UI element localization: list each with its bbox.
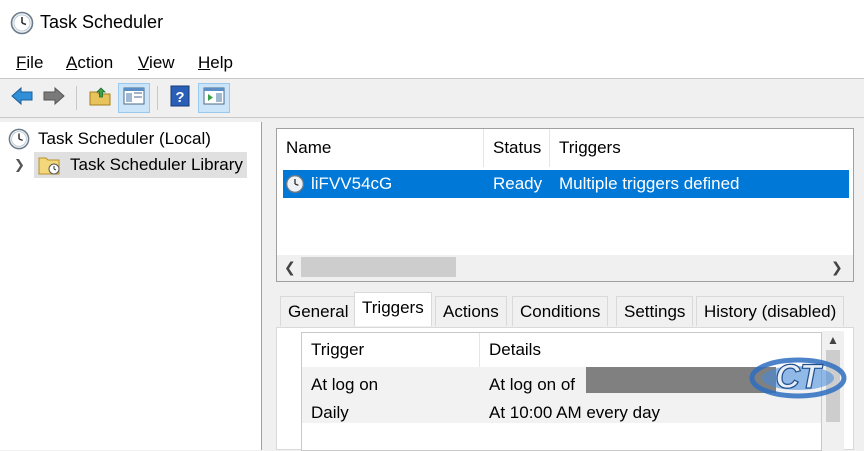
- console-tree: Task Scheduler (Local) ❯ Task Scheduler …: [0, 122, 262, 450]
- column-header-status[interactable]: Status: [484, 129, 550, 167]
- tree-item-label: Task Scheduler Library: [70, 155, 243, 174]
- properties-tabs: General Triggers Actions Conditions Sett…: [276, 292, 854, 327]
- forward-button[interactable]: [38, 83, 70, 113]
- clock-icon: [8, 128, 30, 150]
- scrollbar-thumb[interactable]: [301, 257, 456, 277]
- trigger-row-2-details[interactable]: At 10:00 AM every day: [480, 403, 660, 423]
- toolbar-divider: [76, 86, 77, 110]
- tree-item-task-scheduler-local[interactable]: Task Scheduler (Local): [8, 128, 211, 150]
- tab-actions[interactable]: Actions: [435, 296, 507, 326]
- trigger-row-2-type[interactable]: Daily: [302, 403, 349, 423]
- menu-file-mnemonic: F: [16, 53, 27, 72]
- watermark-logo: CT: [748, 348, 848, 406]
- clock-icon: [10, 11, 34, 35]
- table-row[interactable]: liFVV54cG Ready Multiple triggers define…: [283, 170, 849, 198]
- menu-view[interactable]: View: [138, 53, 175, 73]
- up-folder-button[interactable]: [84, 83, 116, 113]
- task-clock-icon: [285, 174, 305, 194]
- tab-general[interactable]: General: [280, 296, 357, 326]
- menu-help-label: elp: [210, 53, 233, 72]
- column-header-name[interactable]: Name: [277, 129, 484, 167]
- show-hide-action-pane-button[interactable]: [198, 83, 230, 113]
- show-hide-console-tree-button[interactable]: [118, 83, 150, 113]
- column-header-trigger[interactable]: Trigger: [302, 333, 480, 367]
- trigger-row-1-details[interactable]: At log on of: [480, 375, 575, 395]
- menu-file-label: ile: [26, 53, 44, 72]
- column-header-triggers[interactable]: Triggers: [550, 129, 853, 167]
- scroll-up-icon[interactable]: ▲: [827, 333, 839, 347]
- show-hide-console-tree-icon: [123, 87, 145, 110]
- toolbar-bottom-divider: [0, 117, 864, 118]
- menu-help[interactable]: Help: [198, 53, 233, 73]
- menu-view-label: iew: [149, 53, 175, 72]
- menu-action-mnemonic: A: [66, 53, 78, 72]
- menu-action[interactable]: Action: [66, 53, 113, 73]
- forward-icon: [42, 86, 66, 111]
- help-button[interactable]: ?: [164, 83, 196, 113]
- task-triggers: Multiple triggers defined: [559, 174, 740, 193]
- trigger-row-1-type[interactable]: At log on: [302, 375, 378, 395]
- toolbar: ?: [0, 79, 864, 117]
- task-name: liFVV54cG: [311, 174, 393, 193]
- task-list: Name Status Triggers liFVV54cG Ready Mul…: [276, 128, 854, 282]
- help-icon: ?: [169, 85, 191, 112]
- tab-history[interactable]: History (disabled): [696, 296, 845, 326]
- folder-clock-icon: [38, 154, 62, 176]
- scroll-left-icon[interactable]: ❮: [284, 259, 296, 276]
- menu-view-mnemonic: V: [138, 53, 150, 72]
- menu-file[interactable]: File: [16, 53, 43, 73]
- back-button[interactable]: [6, 83, 38, 113]
- back-icon: [10, 86, 34, 111]
- show-hide-action-pane-icon: [203, 87, 225, 110]
- tab-triggers[interactable]: Triggers: [354, 292, 432, 326]
- tree-item-selection: Task Scheduler Library: [34, 152, 247, 178]
- tab-settings[interactable]: Settings: [616, 296, 694, 326]
- chevron-right-icon[interactable]: ❯: [14, 157, 28, 173]
- menu-action-label: ction: [77, 53, 114, 72]
- tab-conditions[interactable]: Conditions: [512, 296, 609, 326]
- task-status: Ready: [493, 174, 543, 193]
- toolbar-divider-2: [157, 86, 158, 110]
- scroll-right-icon[interactable]: ❯: [831, 259, 843, 276]
- menu-help-mnemonic: H: [198, 53, 211, 72]
- tree-item-label: Task Scheduler (Local): [38, 129, 211, 148]
- menu-bar: File Action View Help: [0, 48, 864, 78]
- svg-text:?: ?: [175, 89, 184, 106]
- window-title: Task Scheduler: [40, 12, 164, 32]
- svg-text:CT: CT: [775, 358, 824, 396]
- up-folder-icon: [88, 85, 112, 112]
- tree-item-task-scheduler-library[interactable]: ❯ Task Scheduler Library: [14, 152, 247, 178]
- horizontal-scrollbar[interactable]: ❮ ❯: [277, 255, 853, 281]
